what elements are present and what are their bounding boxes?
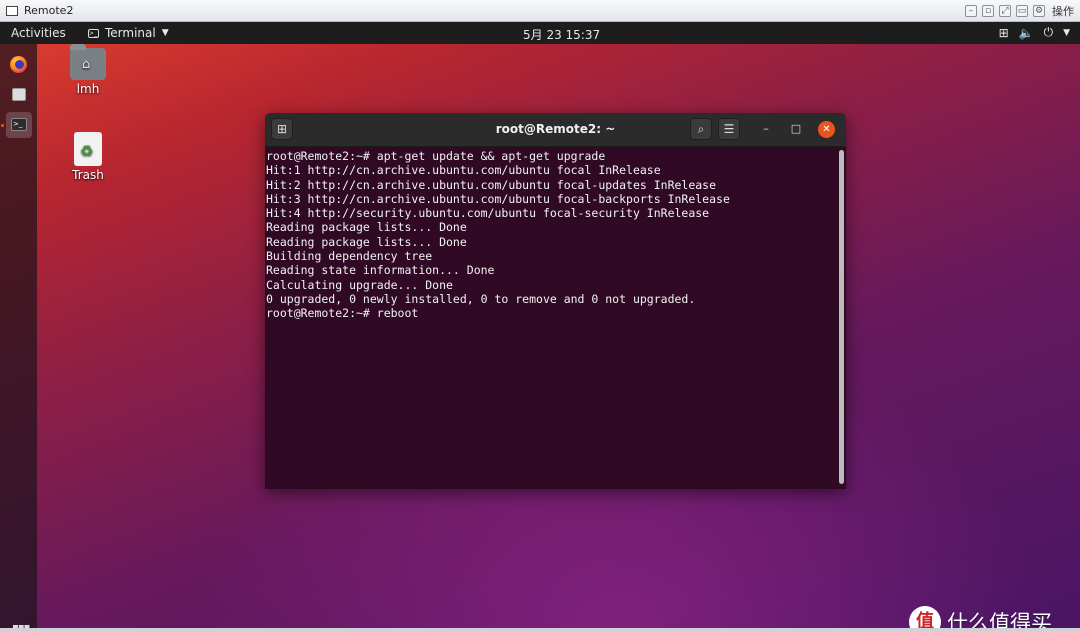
running-indicator xyxy=(1,124,4,127)
network-icon[interactable]: ⊞ xyxy=(999,26,1009,40)
app-menu[interactable]: >_ Terminal ▼ xyxy=(88,26,169,40)
app-menu-label: Terminal xyxy=(105,26,156,40)
vm-window-icon xyxy=(6,5,18,16)
new-tab-icon[interactable]: ⊞ xyxy=(271,118,293,140)
watermark-text: 什么值得买 xyxy=(947,611,1052,628)
terminal-launcher[interactable]: >_ xyxy=(6,112,32,138)
terminal-header-bar[interactable]: ⊞ root@Remote2: ~ ⌕ ☰ – □ ✕ xyxy=(265,113,846,147)
minimize-icon[interactable]: – xyxy=(758,121,774,137)
host-operations-menu[interactable]: 操作 xyxy=(1052,3,1074,19)
home-folder-icon: ⌂ xyxy=(70,44,106,80)
watermark-logo-icon: 值 xyxy=(909,606,941,628)
trash-icon: ♻ xyxy=(74,132,102,166)
terminal-app-icon: >_ xyxy=(88,28,99,38)
host-window-title: Remote2 xyxy=(24,4,74,17)
desktop-trash[interactable]: ♻ Trash xyxy=(58,132,118,182)
dock: >_ ▪▪▪▪▪▪▪▪▪ xyxy=(0,44,37,628)
files-icon xyxy=(12,88,26,101)
site-watermark: 值 什么值得买 xyxy=(909,606,1052,628)
firefox-launcher[interactable] xyxy=(6,52,32,78)
close-icon[interactable]: ✕ xyxy=(818,121,835,138)
clock[interactable]: 5月 23 15:37 xyxy=(523,26,600,43)
minimize-icon[interactable]: – xyxy=(965,5,977,17)
maximize-icon[interactable]: □ xyxy=(788,121,804,137)
terminal-scrollbar[interactable] xyxy=(839,150,844,484)
guest-desktop: Activities >_ Terminal ▼ 5月 23 15:37 ⊞ 🔈… xyxy=(0,22,1080,628)
host-status-strip xyxy=(0,628,1080,632)
restore-icon[interactable]: ▫ xyxy=(982,5,994,17)
power-icon[interactable]: ⏻ xyxy=(1044,25,1054,40)
trash-label: Trash xyxy=(72,168,104,182)
chevron-down-icon[interactable]: ▼ xyxy=(1063,28,1070,38)
terminal-output[interactable]: root@Remote2:~# apt-get update && apt-ge… xyxy=(265,147,846,489)
host-window-controls: – ▫ ⤢ ▭ ⚙ 操作 xyxy=(965,3,1074,19)
system-tray[interactable]: ⊞ 🔈 ⏻ ▼ xyxy=(999,25,1070,40)
files-launcher[interactable] xyxy=(6,82,32,108)
home-folder-label: lmh xyxy=(76,82,100,96)
monitor-icon[interactable]: ▭ xyxy=(1016,5,1028,17)
fullscreen-icon[interactable]: ⤢ xyxy=(999,5,1011,17)
activities-button[interactable]: Activities xyxy=(11,26,66,40)
chevron-down-icon: ▼ xyxy=(161,28,169,38)
terminal-icon: >_ xyxy=(11,118,27,131)
search-icon[interactable]: ⌕ xyxy=(690,118,712,140)
volume-icon[interactable]: 🔈 xyxy=(1019,26,1034,40)
gear-icon[interactable]: ⚙ xyxy=(1033,5,1045,17)
terminal-window[interactable]: ⊞ root@Remote2: ~ ⌕ ☰ – □ ✕ root@Remote2… xyxy=(265,113,846,489)
hamburger-menu-icon[interactable]: ☰ xyxy=(718,118,740,140)
desktop-home-folder[interactable]: ⌂ lmh xyxy=(58,44,118,96)
top-panel: Activities >_ Terminal ▼ 5月 23 15:37 ⊞ 🔈… xyxy=(0,22,1080,44)
host-title-bar: Remote2 – ▫ ⤢ ▭ ⚙ 操作 xyxy=(0,0,1080,22)
